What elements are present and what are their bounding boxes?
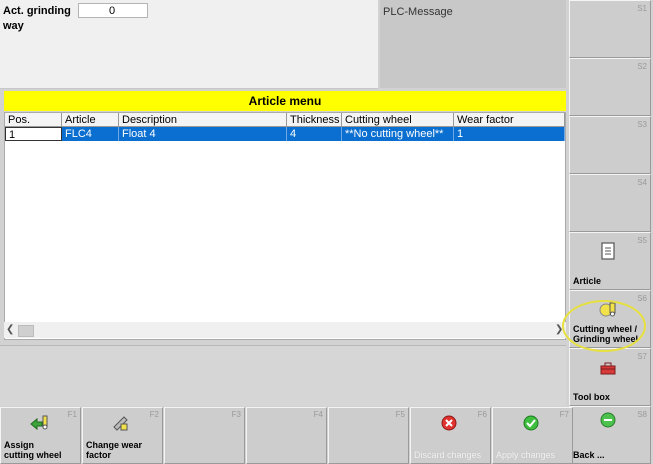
softkey-label: Apply changes xyxy=(496,450,556,460)
softkey-number: S2 xyxy=(637,62,647,71)
softkey-number: F1 xyxy=(67,410,77,419)
softkey-number: F7 xyxy=(559,410,569,419)
cell-pos[interactable]: 1 xyxy=(5,127,62,141)
cell-description[interactable]: Float 4 xyxy=(119,127,287,141)
softkey-s2[interactable]: S2 xyxy=(569,58,651,116)
cell-wear-factor[interactable]: 1 xyxy=(454,127,565,141)
softkey-f4[interactable]: F4 xyxy=(246,407,327,464)
softkey-number: F6 xyxy=(477,410,487,419)
softkey-label: Tool box xyxy=(573,392,610,402)
col-header-pos[interactable]: Pos. xyxy=(5,113,62,127)
softkey-discard-changes[interactable]: F6 Discard changes xyxy=(410,407,491,464)
softkey-s3[interactable]: S3 xyxy=(569,116,651,174)
article-table[interactable]: Pos. Article Description Thickness [in C… xyxy=(4,112,566,340)
col-header-cutting-wheel[interactable]: Cutting wheel xyxy=(342,113,454,127)
col-header-wear-factor[interactable]: Wear factor xyxy=(454,113,565,127)
softkey-number: S7 xyxy=(637,352,647,361)
apply-icon xyxy=(523,415,539,431)
act-grinding-way-value: 0 xyxy=(78,3,148,18)
col-header-description[interactable]: Description xyxy=(119,113,287,127)
softkey-label: Article xyxy=(573,276,602,286)
softkey-s1[interactable]: S1 xyxy=(569,0,651,58)
cell-thickness[interactable]: 4 xyxy=(287,127,342,141)
softkey-apply-changes[interactable]: F7 Apply changes xyxy=(492,407,573,464)
scroll-left-arrow-icon[interactable]: ❮ xyxy=(6,324,14,335)
status-area xyxy=(0,345,566,406)
softkey-label: Discard changes xyxy=(414,450,482,460)
softkey-number: S8 xyxy=(637,410,647,419)
softkey-change-wear-factor[interactable]: F2 Change wear factor xyxy=(82,407,163,464)
softkey-label: Assign cutting wheel xyxy=(4,440,62,460)
softkey-number: S1 xyxy=(637,4,647,13)
cell-cutting-wheel[interactable]: **No cutting wheel** xyxy=(342,127,454,141)
article-icon xyxy=(601,242,615,260)
softkey-number: S3 xyxy=(637,120,647,129)
softkey-label: Back ... xyxy=(573,450,605,460)
table-row[interactable]: 1 FLC4 Float 4 4 **No cutting wheel** 1 xyxy=(5,127,565,141)
tool-box-icon xyxy=(600,362,616,375)
softkey-number: S4 xyxy=(637,178,647,187)
col-header-article[interactable]: Article xyxy=(62,113,119,127)
col-header-thickness[interactable]: Thickness [in xyxy=(287,113,342,127)
softkey-highlight-circle xyxy=(562,300,646,352)
softkey-back[interactable]: S8 Back ... xyxy=(569,406,651,464)
act-grinding-way-label: Act. grinding way xyxy=(3,4,77,32)
softkey-number: F3 xyxy=(231,410,241,419)
discard-icon xyxy=(441,415,457,431)
softkey-number: S6 xyxy=(637,294,647,303)
softkey-f5[interactable]: F5 xyxy=(328,407,409,464)
plc-message-label: PLC-Message xyxy=(383,6,453,18)
scrollbar-thumb[interactable] xyxy=(18,325,34,337)
softkey-s4[interactable]: S4 xyxy=(569,174,651,232)
softkey-label: Change wear factor xyxy=(86,440,143,460)
softkey-number: F4 xyxy=(313,410,323,419)
cell-article[interactable]: FLC4 xyxy=(62,127,119,141)
softkey-tool-box[interactable]: S7 Tool box xyxy=(569,348,651,406)
assign-arrow-icon xyxy=(30,415,48,431)
softkey-number: F2 xyxy=(149,410,159,419)
softkey-number: S5 xyxy=(637,236,647,245)
softkey-article[interactable]: S5 Article xyxy=(569,232,651,290)
horizontal-scrollbar[interactable] xyxy=(4,322,566,338)
softkey-assign-cutting-wheel[interactable]: F1 Assign cutting wheel xyxy=(0,407,81,464)
softkey-number: F5 xyxy=(395,410,405,419)
softkey-f3[interactable]: F3 xyxy=(164,407,245,464)
back-icon xyxy=(600,412,616,428)
change-wear-icon xyxy=(113,416,128,431)
article-menu-title: Article menu xyxy=(4,91,566,111)
